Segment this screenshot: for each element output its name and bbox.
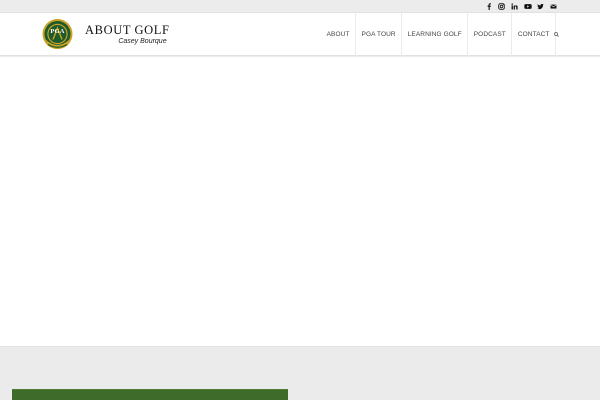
nav-item-learning-golf[interactable]: LEARNING GOLF bbox=[402, 31, 467, 38]
nav-item-about[interactable]: ABOUT bbox=[321, 31, 355, 38]
site-subtitle: Casey Bourque bbox=[118, 38, 167, 45]
facebook-icon[interactable] bbox=[482, 1, 495, 12]
twitter-icon[interactable] bbox=[534, 1, 547, 12]
grass-image bbox=[12, 389, 288, 400]
linkedin-icon[interactable] bbox=[508, 1, 521, 12]
nav-item-podcast[interactable]: PODCAST bbox=[468, 31, 511, 38]
search-icon[interactable] bbox=[552, 13, 560, 56]
instagram-icon[interactable] bbox=[495, 1, 508, 12]
youtube-icon[interactable] bbox=[521, 1, 534, 12]
site-title: ABOUT GOLF bbox=[85, 23, 170, 37]
badge-text: PGA bbox=[50, 28, 65, 35]
nav-item-pga-tour[interactable]: PGA TOUR bbox=[356, 31, 401, 38]
mail-icon[interactable] bbox=[547, 1, 560, 12]
pga-badge-icon: PGA bbox=[42, 17, 73, 53]
top-bar bbox=[0, 0, 600, 13]
main-content-area bbox=[0, 57, 600, 347]
site-logo[interactable]: PGA ABOUT GOLF Casey Bourque bbox=[42, 16, 192, 54]
brand-text: ABOUT GOLF Casey Bourque bbox=[85, 24, 170, 46]
nav-item-contact[interactable]: CONTACT bbox=[512, 31, 555, 38]
social-links bbox=[482, 1, 560, 12]
main-nav: ABOUT PGA TOUR LEARNING GOLF PODCAST CON… bbox=[321, 13, 556, 56]
